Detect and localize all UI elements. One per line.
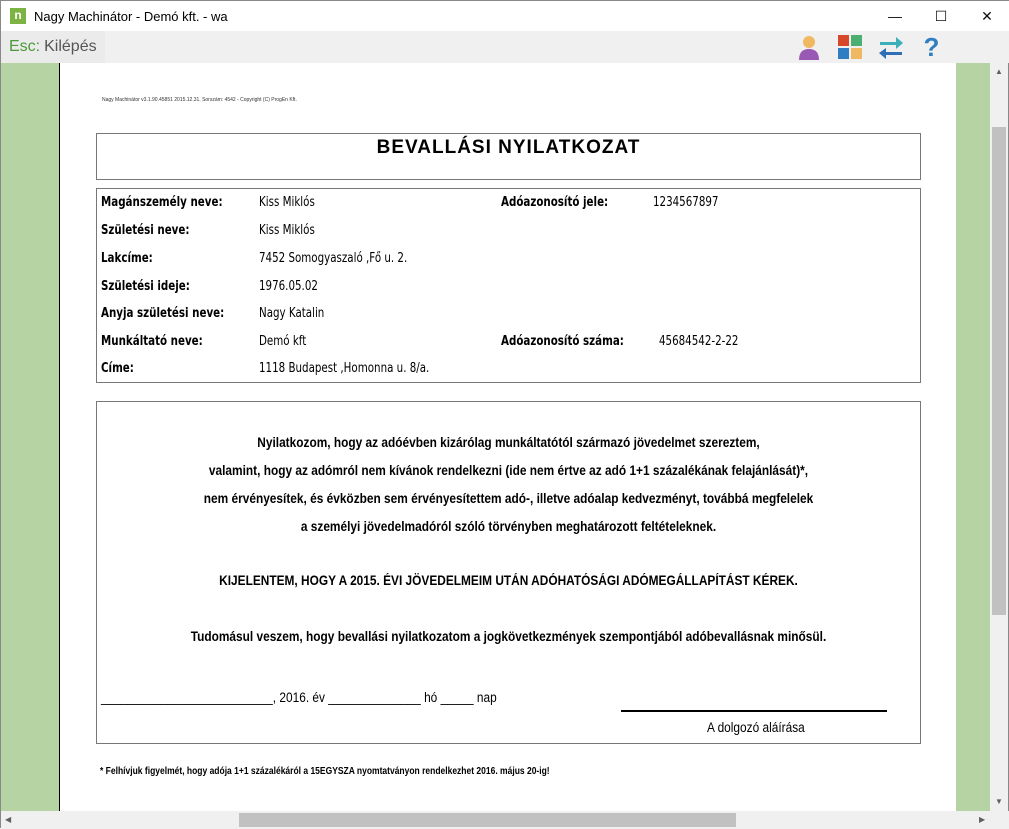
version-line: Nagy Machinátor v3.1.90.45851 2015.12.31… (102, 97, 297, 103)
close-button[interactable]: ✕ (964, 1, 1009, 31)
exit-shortcut: Esc: (9, 38, 41, 55)
field-label: Magánszemély neve: (101, 195, 223, 210)
field-label: Anyja születési neve: (101, 306, 225, 321)
field-label: Munkáltató neve: (101, 334, 203, 349)
minimize-button[interactable]: — (872, 1, 918, 31)
swap-arrows-icon[interactable] (870, 31, 911, 63)
field-value: Nagy Katalin (259, 306, 325, 321)
field-value: 1118 Budapest ,Homonna u. 8/a. (259, 361, 430, 376)
vertical-scroll-thumb[interactable] (992, 127, 1006, 615)
field-label: Lakcíme: (101, 251, 153, 266)
date-line: __________________________, 2016. év ___… (101, 690, 497, 705)
signature-line (621, 710, 887, 712)
toolbar: Esc: Kilépés ? (1, 31, 1009, 63)
declaration-line: nem érvényesítek, és évközben sem érvény… (203, 491, 814, 506)
declaration-line: valamint, hogy az adómról nem kívánok re… (208, 463, 809, 478)
field-label: Születési neve: (101, 223, 190, 238)
title-bar: n Nagy Machinátor - Demó kft. - wa — ☐ ✕ (1, 1, 1009, 31)
field-label: Születési ideje: (101, 279, 190, 294)
document-page: Nagy Machinátor v3.1.90.45851 2015.12.31… (59, 63, 956, 811)
tiles-icon[interactable] (829, 31, 870, 63)
declaration-line: Nyilatkozom, hogy az adóévben kizárólag … (257, 435, 760, 450)
declaration-box: Nyilatkozom, hogy az adóévben kizárólag … (96, 401, 921, 744)
help-icon[interactable]: ? (911, 31, 952, 63)
horizontal-scrollbar[interactable]: ◀ ▶ (1, 811, 1009, 829)
field-value: 1976.05.02 (259, 279, 318, 294)
field-label: Adóazonosító száma: (501, 334, 624, 349)
maximize-button[interactable]: ☐ (918, 1, 964, 31)
acknowledgement: Tudomásul veszem, hogy bevallási nyilatk… (190, 629, 827, 644)
signature-label: A dolgozó aláírása (707, 720, 805, 735)
declaration-line: a személyi jövedelmadóról szóló törvényb… (300, 519, 717, 534)
horizontal-scroll-thumb[interactable] (239, 813, 736, 827)
statement: KIJELENTEM, HOGY A 2015. ÉVI JÖVEDELMEIM… (219, 573, 798, 588)
exit-button[interactable]: Esc: Kilépés (1, 31, 105, 63)
field-value: 7452 Somogyaszaló ,Fő u. 2. (259, 251, 408, 266)
document-viewport: Nagy Machinátor v3.1.90.45851 2015.12.31… (1, 63, 992, 811)
field-value: 1234567897 (653, 195, 719, 210)
footnote: * Felhívjuk figyelmét, hogy adója 1+1 sz… (100, 766, 550, 777)
field-value: 45684542-2-22 (659, 334, 739, 349)
field-value: Kiss Miklós (259, 195, 315, 210)
field-value: Demó kft (259, 334, 307, 349)
document-title: BEVALLÁSI NYILATKOZAT (96, 133, 921, 180)
field-value: Kiss Miklós (259, 223, 315, 238)
field-label: Címe: (101, 361, 134, 376)
user-icon[interactable] (788, 31, 829, 63)
app-logo-icon: n (10, 8, 26, 24)
field-label: Adóazonosító jele: (501, 195, 609, 210)
exit-label: Kilépés (44, 38, 97, 55)
vertical-scrollbar[interactable]: ▲ ▼ (990, 63, 1008, 811)
personal-info-box: Magánszemély neve: Kiss Miklós Adóazonosít… (96, 188, 921, 383)
window-title: Nagy Machinátor - Demó kft. - wa (34, 8, 228, 24)
